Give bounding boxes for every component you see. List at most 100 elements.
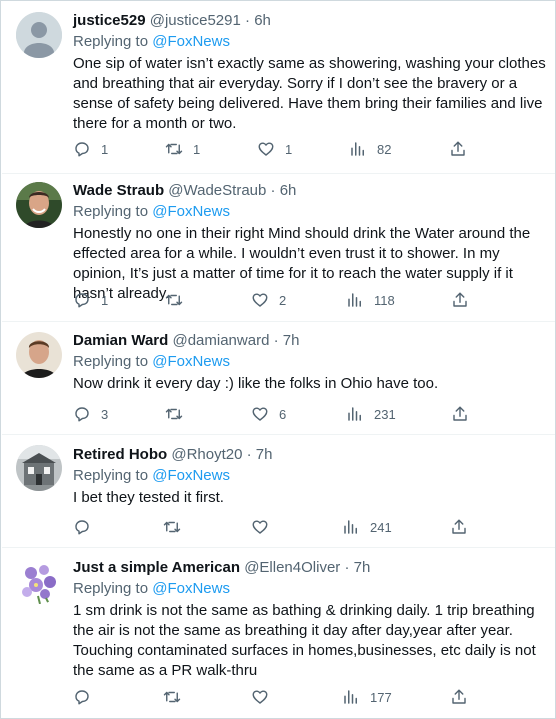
reply-button[interactable]: 3 — [73, 404, 108, 424]
separator: · — [273, 332, 279, 349]
reply-button[interactable]: 1 — [73, 290, 108, 310]
like-count: 2 — [279, 292, 287, 308]
reply-count: 1 — [101, 141, 109, 157]
share-button[interactable] — [451, 290, 469, 310]
share-button[interactable] — [450, 687, 468, 707]
timestamp[interactable]: 6h — [280, 182, 297, 199]
retweet-icon — [165, 143, 183, 155]
timestamp[interactable]: 7h — [256, 446, 273, 463]
mention-link[interactable]: @FoxNews — [152, 203, 230, 220]
tweet-4[interactable]: Retired Hobo @Rhoyt20 · 7h Replying to @… — [2, 435, 555, 547]
default-avatar[interactable] — [16, 12, 62, 58]
reply-button[interactable]: 1 — [73, 139, 108, 159]
retweet-button[interactable] — [163, 687, 191, 707]
views-icon — [348, 407, 361, 421]
mention-link[interactable]: @FoxNews — [152, 33, 230, 50]
like-icon — [252, 690, 268, 704]
views-button[interactable]: 118 — [346, 290, 395, 310]
replying-to: Replying to @FoxNews — [73, 201, 547, 223]
author-avatar[interactable] — [16, 332, 62, 378]
like-icon — [252, 407, 268, 421]
tweet-1[interactable]: justice529 @justice5291 · 6h Replying to… — [2, 1, 555, 173]
share-button[interactable] — [450, 517, 468, 537]
reply-button[interactable] — [73, 687, 101, 707]
views-button[interactable]: 241 — [342, 517, 392, 537]
views-icon — [351, 142, 364, 156]
author-avatar[interactable] — [16, 558, 62, 604]
timestamp[interactable]: 6h — [254, 12, 271, 29]
author-handle[interactable]: @Rhoyt20 — [171, 446, 242, 463]
retweet-icon — [163, 691, 181, 703]
views-button[interactable]: 177 — [342, 687, 392, 707]
reply-icon — [75, 690, 89, 705]
like-button[interactable]: 2 — [251, 290, 286, 310]
action-bar: 1 1 1 82 — [73, 139, 473, 159]
author-handle[interactable]: @damianward — [172, 332, 269, 349]
views-button[interactable]: 231 — [346, 404, 396, 424]
reply-icon — [75, 293, 89, 308]
replying-to: Replying to @FoxNews — [73, 465, 547, 487]
reply-button[interactable] — [73, 517, 101, 537]
tweet-header: Wade Straub @WadeStraub · 6h — [73, 181, 547, 201]
tweet-3[interactable]: Damian Ward @damianward · 7h Replying to… — [2, 322, 555, 434]
mention-link[interactable]: @FoxNews — [152, 353, 230, 370]
replying-to: Replying to @FoxNews — [73, 578, 547, 600]
flower-photo-icon — [16, 558, 62, 604]
retweet-button[interactable] — [165, 404, 193, 424]
replying-label: Replying to — [73, 353, 149, 370]
tweet-2[interactable]: Wade Straub @WadeStraub · 6h Replying to… — [2, 174, 555, 321]
share-button[interactable] — [451, 404, 469, 424]
house-photo-icon — [16, 445, 62, 491]
author-avatar[interactable] — [16, 182, 62, 228]
replying-to: Replying to @FoxNews — [73, 31, 547, 53]
retweet-button[interactable] — [165, 290, 193, 310]
author-avatar[interactable] — [16, 445, 62, 491]
mention-link[interactable]: @FoxNews — [152, 580, 230, 597]
tweet-5[interactable]: Just a simple American @Ellen4Oliver · 7… — [2, 548, 555, 719]
author-handle[interactable]: @WadeStraub — [168, 182, 266, 199]
retweet-icon — [165, 408, 183, 420]
separator: · — [344, 559, 350, 576]
tweet-header: Just a simple American @Ellen4Oliver · 7… — [73, 558, 547, 578]
timestamp[interactable]: 7h — [283, 332, 300, 349]
like-button[interactable] — [251, 517, 279, 537]
author-name[interactable]: justice529 — [73, 12, 146, 29]
retweet-button[interactable]: 1 — [165, 139, 200, 159]
like-count: 1 — [285, 141, 293, 157]
tweet-text: Now drink it every day :) like the folks… — [73, 375, 439, 392]
author-name[interactable]: Retired Hobo — [73, 446, 167, 463]
reply-icon — [75, 407, 89, 422]
person-photo-icon — [16, 332, 62, 378]
timestamp[interactable]: 7h — [354, 559, 371, 576]
replying-to: Replying to @FoxNews — [73, 351, 547, 373]
replying-label: Replying to — [73, 203, 149, 220]
view-count: 118 — [374, 292, 395, 308]
share-icon — [453, 292, 467, 307]
share-button[interactable] — [449, 139, 467, 159]
views-button[interactable]: 82 — [349, 139, 391, 159]
action-bar: 1 2 118 — [73, 290, 473, 310]
like-icon — [258, 142, 274, 156]
separator: · — [245, 12, 251, 29]
author-name[interactable]: Damian Ward — [73, 332, 168, 349]
like-button[interactable] — [251, 687, 279, 707]
views-icon — [348, 293, 361, 307]
mention-link[interactable]: @FoxNews — [152, 467, 230, 484]
tweet-text: I bet they tested it first. — [73, 489, 224, 506]
action-bar: 177 — [73, 687, 473, 707]
retweet-count: 1 — [193, 141, 201, 157]
author-name[interactable]: Just a simple American — [73, 559, 240, 576]
view-count: 177 — [370, 689, 392, 705]
like-button[interactable]: 1 — [257, 139, 292, 159]
person-photo-icon — [16, 182, 62, 228]
retweet-button[interactable] — [163, 517, 191, 537]
replying-label: Replying to — [73, 467, 149, 484]
like-icon — [252, 520, 268, 534]
view-count: 231 — [374, 406, 396, 422]
author-name[interactable]: Wade Straub — [73, 182, 164, 199]
like-button[interactable]: 6 — [251, 404, 286, 424]
views-icon — [344, 690, 357, 704]
author-handle[interactable]: @Ellen4Oliver — [244, 559, 340, 576]
author-handle[interactable]: @justice5291 — [150, 12, 241, 29]
retweet-icon — [165, 294, 183, 306]
